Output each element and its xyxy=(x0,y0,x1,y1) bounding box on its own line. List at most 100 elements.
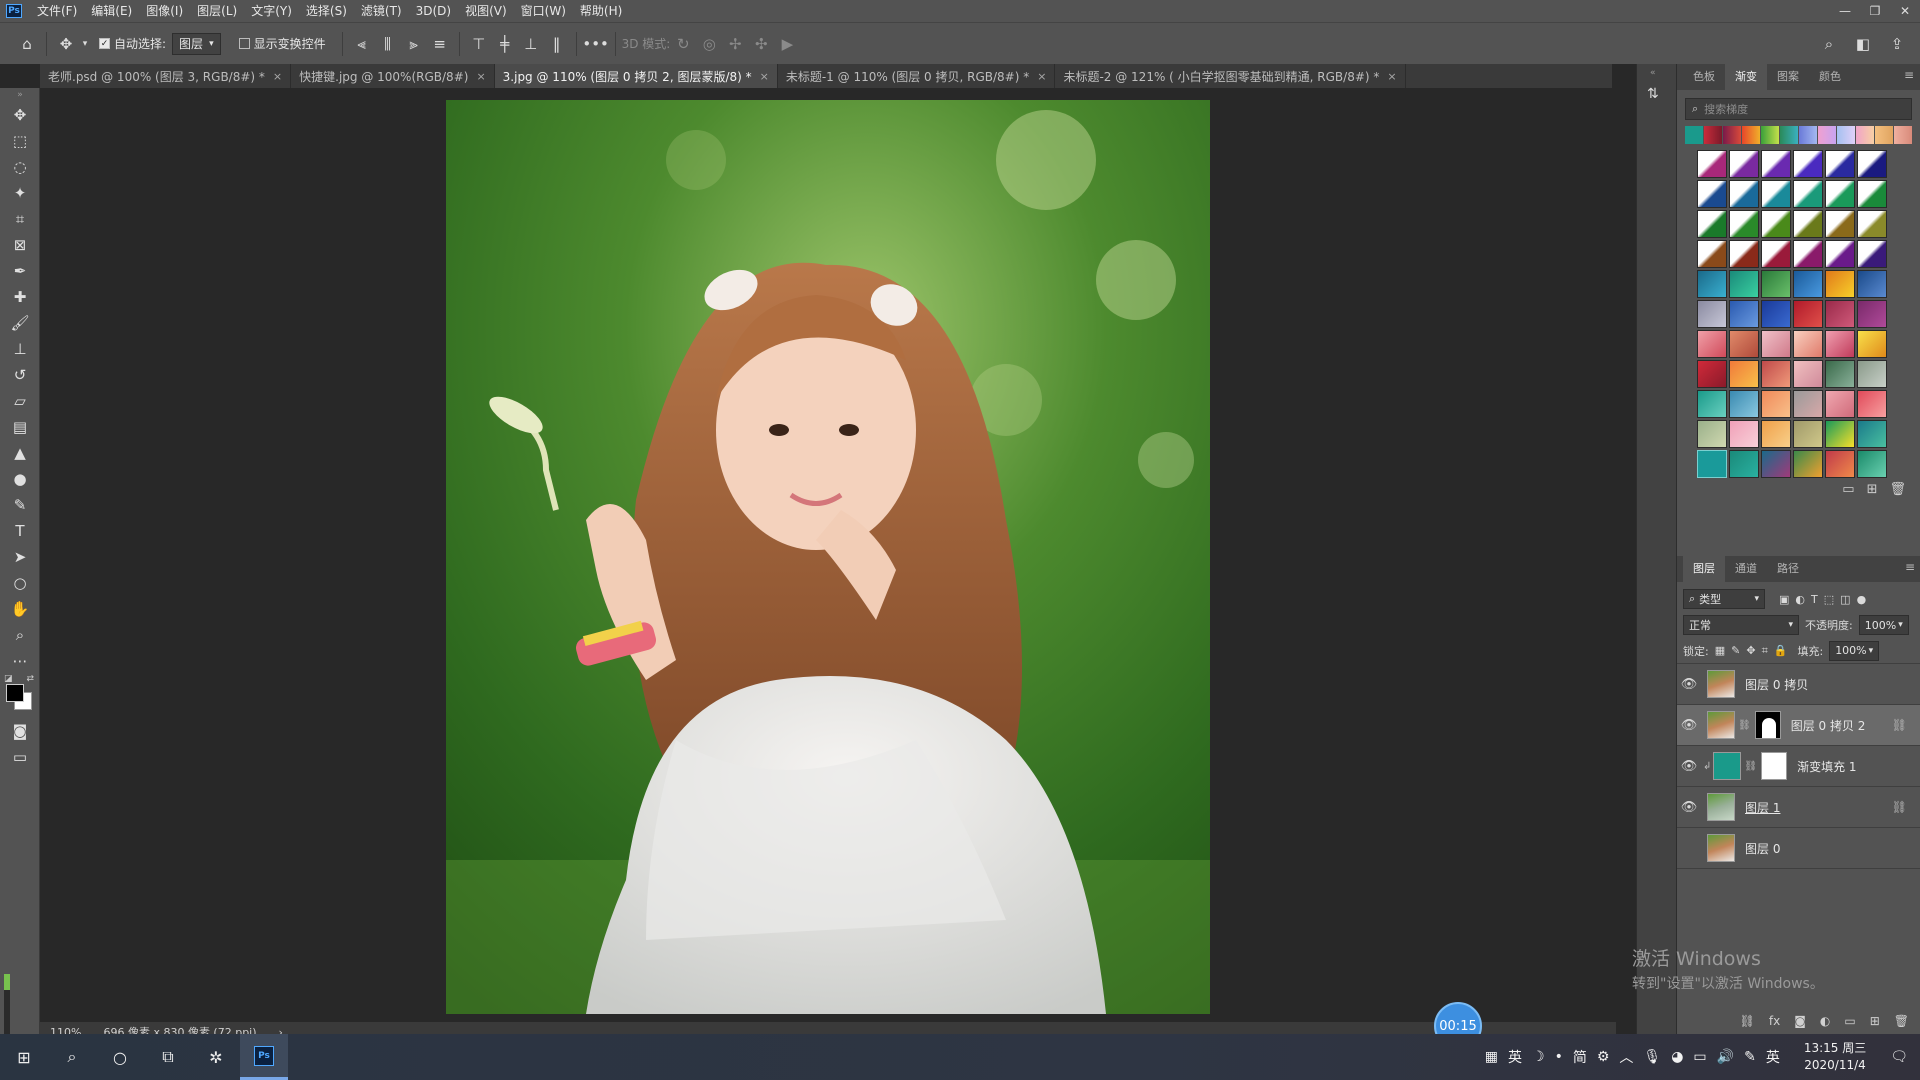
screen-mode-icon[interactable]: ▭ xyxy=(0,744,40,770)
auto-select-toggle[interactable]: ✓ 自动选择: xyxy=(99,35,166,52)
visibility-eye-icon[interactable]: 👁 xyxy=(1677,759,1701,774)
windows-start-icon[interactable]: ⊞ xyxy=(0,1034,48,1080)
eraser-tool-icon[interactable]: ▱ xyxy=(0,388,40,414)
align-right-icon[interactable]: ⫸ xyxy=(401,31,427,57)
tab-layers[interactable]: 图层 xyxy=(1683,556,1725,582)
layer-row[interactable]: 👁 ↲ ⛓ 渐变填充 1 xyxy=(1677,746,1920,787)
slide-3d-icon[interactable]: ✣ xyxy=(748,31,774,57)
recent-gradient-swatch[interactable] xyxy=(1818,126,1836,144)
menu-select[interactable]: 选择(S) xyxy=(299,0,354,22)
home-icon[interactable]: ⌂ xyxy=(14,31,40,57)
link-icon[interactable]: ⛓ xyxy=(1892,718,1907,732)
doc-tab[interactable]: 快捷键.jpg @ 100%(RGB/8#) × xyxy=(291,64,495,88)
gradient-preset[interactable] xyxy=(1857,270,1887,298)
menu-filter[interactable]: 滤镜(T) xyxy=(354,0,409,22)
recent-gradient-swatch[interactable] xyxy=(1685,126,1703,144)
hand-tool-icon[interactable]: ✋ xyxy=(0,596,40,622)
layer-style-icon[interactable]: fx xyxy=(1769,1014,1780,1034)
gradient-preset[interactable] xyxy=(1729,210,1759,238)
cortana-icon[interactable]: ○ xyxy=(96,1034,144,1080)
gradient-preset[interactable] xyxy=(1729,180,1759,208)
doc-tab[interactable]: 未标题-1 @ 110% (图层 0 拷贝, RGB/8#) * × xyxy=(777,64,1056,88)
distribute-icon[interactable]: ≡ xyxy=(427,31,453,57)
clock[interactable]: 13:15 周三 2020/11/4 xyxy=(1804,1040,1866,1074)
panel-menu-icon[interactable]: ≡ xyxy=(1905,560,1915,574)
menu-file[interactable]: 文件(F) xyxy=(30,0,84,22)
default-colors-icon[interactable]: ◪ xyxy=(4,674,13,684)
volume-icon[interactable]: 🔊 xyxy=(1717,1049,1734,1065)
chevron-up-icon[interactable]: ︿ xyxy=(1619,1047,1633,1067)
gradient-preset[interactable] xyxy=(1857,240,1887,268)
align-bottom-icon[interactable]: ⊥ xyxy=(518,31,544,57)
gradient-preset[interactable] xyxy=(1697,210,1727,238)
notification-icon[interactable]: 🗨 xyxy=(1890,1049,1908,1065)
chain-link-icon[interactable]: ⛓ xyxy=(1738,720,1751,731)
gradient-preset[interactable] xyxy=(1825,360,1855,388)
stamp-tool-icon[interactable]: ⊥ xyxy=(0,336,40,362)
adjustment-layer-icon[interactable]: ◐ xyxy=(1820,1014,1830,1034)
minimize-icon[interactable]: — xyxy=(1830,0,1860,22)
lock-pixels-icon[interactable]: ✎ xyxy=(1731,644,1740,657)
crop-tool-icon[interactable]: ⌗ xyxy=(0,206,40,232)
gradient-preset[interactable] xyxy=(1697,390,1727,418)
recent-gradient-swatch[interactable] xyxy=(1742,126,1760,144)
gradient-preset[interactable] xyxy=(1761,450,1791,478)
visibility-off-icon[interactable]: · xyxy=(1677,841,1701,856)
keyboard-grid-icon[interactable]: ▦ xyxy=(1485,1049,1498,1065)
gradient-preset[interactable] xyxy=(1793,360,1823,388)
gradient-preset[interactable] xyxy=(1857,360,1887,388)
gradient-preset[interactable] xyxy=(1697,300,1727,328)
new-layer-icon[interactable]: ⊞ xyxy=(1870,1014,1880,1034)
camera-3d-icon[interactable]: ▶ xyxy=(774,31,800,57)
checkbox-checked-icon[interactable]: ✓ xyxy=(99,38,110,49)
filter-smart-object-icon[interactable]: ◫ xyxy=(1840,593,1850,606)
visibility-eye-icon[interactable]: 👁 xyxy=(1677,800,1701,815)
layer-filter-dropdown[interactable]: ⌕ 类型 ▾ xyxy=(1683,589,1765,609)
history-brush-tool-icon[interactable]: ↺ xyxy=(0,362,40,388)
distribute-vertical-icon[interactable]: ‖ xyxy=(544,31,570,57)
close-icon[interactable]: ✕ xyxy=(1890,0,1920,22)
tab-color[interactable]: 颜色 xyxy=(1809,64,1851,90)
ime-language[interactable]: 英 xyxy=(1766,1047,1780,1067)
align-middle-icon[interactable]: ╪ xyxy=(492,31,518,57)
lasso-tool-icon[interactable]: ◌ xyxy=(0,154,40,180)
gradient-preset[interactable] xyxy=(1793,240,1823,268)
menu-layer[interactable]: 图层(L) xyxy=(190,0,244,22)
close-icon[interactable]: × xyxy=(1037,70,1046,83)
layer-mask-thumbnail[interactable] xyxy=(1761,752,1788,780)
gradient-preset[interactable] xyxy=(1793,270,1823,298)
gradient-preset[interactable] xyxy=(1761,360,1791,388)
menu-image[interactable]: 图像(I) xyxy=(139,0,190,22)
app-icon[interactable]: ✲ xyxy=(192,1034,240,1080)
gradient-preset[interactable] xyxy=(1857,300,1887,328)
pen-tool-icon[interactable]: ✎ xyxy=(0,492,40,518)
filter-toggle-icon[interactable]: ● xyxy=(1857,593,1867,606)
ime-simplified[interactable]: 简 xyxy=(1573,1047,1587,1067)
gradient-preset[interactable] xyxy=(1793,150,1823,178)
recent-gradient-swatch[interactable] xyxy=(1723,126,1741,144)
workspace-icon[interactable]: ◧ xyxy=(1850,31,1876,57)
gradient-preset[interactable] xyxy=(1729,330,1759,358)
canvas-area[interactable] xyxy=(40,88,1612,1022)
recent-gradient-swatch[interactable] xyxy=(1799,126,1817,144)
layer-row[interactable]: 👁 图层 1 ⛓ xyxy=(1677,787,1920,828)
path-selection-tool-icon[interactable]: ➤ xyxy=(0,544,40,570)
align-left-icon[interactable]: ⫷ xyxy=(349,31,375,57)
recent-gradient-swatch[interactable] xyxy=(1875,126,1893,144)
gradient-preset[interactable] xyxy=(1761,180,1791,208)
gradient-tool-icon[interactable]: ▤ xyxy=(0,414,40,440)
gradient-preset[interactable] xyxy=(1825,270,1855,298)
document-image[interactable] xyxy=(446,100,1210,1014)
recent-gradient-swatch[interactable] xyxy=(1837,126,1855,144)
delete-icon[interactable]: 🗑 xyxy=(1889,482,1906,502)
filter-type-icon[interactable]: T xyxy=(1811,593,1818,606)
share-icon[interactable]: ⇪ xyxy=(1884,31,1910,57)
gradient-preset[interactable] xyxy=(1729,450,1759,478)
layer-row[interactable]: · 图层 0 xyxy=(1677,828,1920,869)
gradient-preset[interactable] xyxy=(1697,360,1727,388)
gradient-preset[interactable] xyxy=(1697,150,1727,178)
filter-pixel-icon[interactable]: ▣ xyxy=(1779,593,1789,606)
tab-channels[interactable]: 通道 xyxy=(1725,556,1767,582)
doc-tab[interactable]: 未标题-2 @ 121% ( 小白学抠图零基础到精通, RGB/8#) * × xyxy=(1055,64,1406,88)
blend-mode-dropdown[interactable]: 正常 ▾ xyxy=(1683,615,1799,635)
